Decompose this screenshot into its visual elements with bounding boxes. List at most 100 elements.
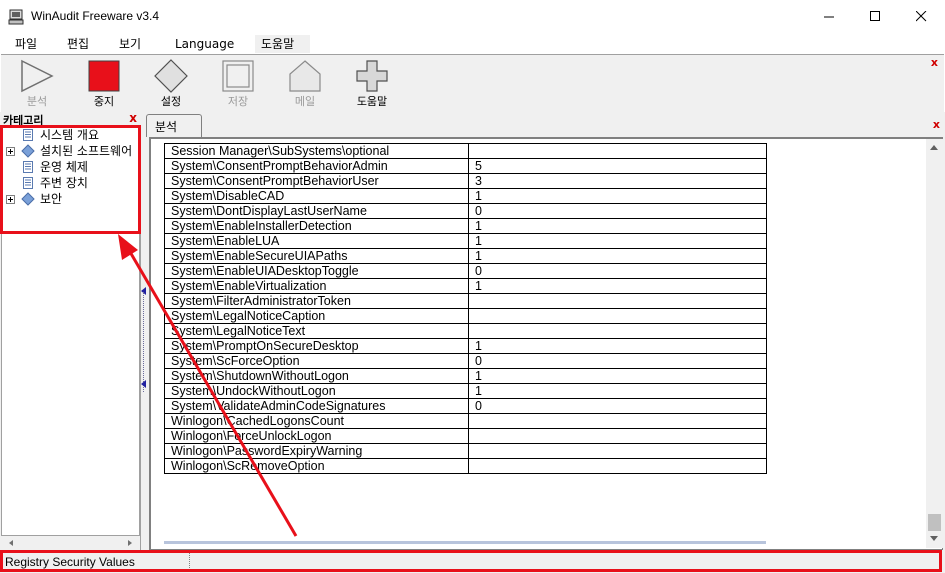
window-title: WinAudit Freeware v3.4 xyxy=(31,9,160,23)
registry-value-cell: 1 xyxy=(468,218,767,234)
registry-value-cell: 0 xyxy=(468,263,767,279)
menu-file[interactable]: 파일 xyxy=(9,35,43,53)
stop-icon xyxy=(88,60,120,92)
registry-value-cell: 0 xyxy=(468,398,767,414)
registry-value-cell: 5 xyxy=(468,158,767,174)
table-row: Winlogon\CachedLogonsCount xyxy=(164,413,767,429)
registry-value-cell: 0 xyxy=(468,353,767,369)
registry-value-cell xyxy=(468,458,767,474)
save-button[interactable]: 저장 xyxy=(210,57,266,111)
registry-key-cell: System\EnableUIADesktopToggle xyxy=(164,263,469,279)
registry-key-cell: System\EnableInstallerDetection xyxy=(164,218,469,234)
registry-value-cell: 1 xyxy=(468,248,767,264)
menu-bar: 파일 편집 보기 Language 도움말 xyxy=(0,34,945,54)
table-row: System\UndockWithoutLogon 1 xyxy=(164,383,767,399)
annotation-box-categories xyxy=(0,125,141,234)
tab-analysis[interactable]: 분석 xyxy=(146,114,202,137)
category-panel-close-icon[interactable]: x xyxy=(129,111,137,125)
toolbar-close-icon[interactable]: x xyxy=(931,56,938,69)
registry-key-cell: Session Manager\SubSystems\optional xyxy=(164,143,469,159)
close-window-button[interactable] xyxy=(899,0,945,34)
maximize-icon xyxy=(870,11,880,21)
table-row: System\ConsentPromptBehaviorUser 3 xyxy=(164,173,767,189)
splitter-grip xyxy=(143,292,145,392)
maximize-button[interactable] xyxy=(853,0,899,34)
registry-key-cell: Winlogon\PasswordExpiryWarning xyxy=(164,443,469,459)
table-row: System\EnableInstallerDetection 1 xyxy=(164,218,767,234)
registry-key-cell: System\PromptOnSecureDesktop xyxy=(164,338,469,354)
table-row: System\PromptOnSecureDesktop 1 xyxy=(164,338,767,354)
report-panel-close-icon[interactable]: x xyxy=(933,118,940,131)
table-separator-line xyxy=(164,541,766,544)
registry-value-cell: 3 xyxy=(468,173,767,189)
report-content: Session Manager\SubSystems\optional Syste… xyxy=(149,137,943,550)
help-cross-icon xyxy=(356,60,388,92)
registry-key-cell: System\ConsentPromptBehaviorUser xyxy=(164,173,469,189)
registry-value-cell: 1 xyxy=(468,368,767,384)
toolbar: 분석 중지 설정 저장 메일 도움말 x xyxy=(1,54,944,113)
settings-label: 설정 xyxy=(160,95,182,108)
table-row: System\ValidateAdminCodeSignatures 0 xyxy=(164,398,767,414)
stop-button[interactable]: 중지 xyxy=(76,57,132,111)
registry-value-cell xyxy=(468,443,767,459)
scroll-up-icon[interactable] xyxy=(930,145,938,150)
registry-key-cell: System\DisableCAD xyxy=(164,188,469,204)
analyze-label: 분석 xyxy=(26,95,48,108)
diamond-icon xyxy=(154,59,188,93)
table-row: Winlogon\PasswordExpiryWarning xyxy=(164,443,767,459)
registry-value-cell: 1 xyxy=(468,278,767,294)
minimize-button[interactable] xyxy=(807,0,853,34)
analyze-button[interactable]: 분석 xyxy=(9,57,65,111)
stop-label: 중지 xyxy=(93,95,115,108)
registry-key-cell: System\UndockWithoutLogon xyxy=(164,383,469,399)
registry-key-cell: System\EnableLUA xyxy=(164,233,469,249)
table-row: System\FilterAdministratorToken xyxy=(164,293,767,309)
report-panel: 분석 x Session Manager\SubSystems\optional… xyxy=(146,112,945,550)
category-horizontal-scrollbar[interactable] xyxy=(1,536,140,550)
menu-help[interactable]: 도움말 xyxy=(255,35,310,53)
registry-key-cell: System\DontDisplayLastUserName xyxy=(164,203,469,219)
registry-key-cell: System\FilterAdministratorToken xyxy=(164,293,469,309)
scroll-down-icon[interactable] xyxy=(930,536,938,541)
registry-key-cell: System\ScForceOption xyxy=(164,353,469,369)
table-row: System\EnableSecureUIAPaths 1 xyxy=(164,248,767,264)
table-row: System\DontDisplayLastUserName 0 xyxy=(164,203,767,219)
scroll-arrows-icon xyxy=(9,540,132,546)
registry-value-cell xyxy=(468,143,767,159)
category-panel-header: 카테고리 x xyxy=(0,111,141,127)
close-icon xyxy=(916,11,927,22)
registry-value-cell xyxy=(468,308,767,324)
table-row: Session Manager\SubSystems\optional xyxy=(164,143,767,159)
registry-value-cell xyxy=(468,293,767,309)
menu-language[interactable]: Language xyxy=(169,35,240,53)
table-row: Winlogon\ForceUnlockLogon xyxy=(164,428,767,444)
registry-value-cell xyxy=(468,323,767,339)
scroll-thumb[interactable] xyxy=(928,514,941,531)
registry-key-cell: System\EnableVirtualization xyxy=(164,278,469,294)
registry-value-cell xyxy=(468,428,767,444)
registry-key-cell: System\LegalNoticeCaption xyxy=(164,308,469,324)
title-bar: WinAudit Freeware v3.4 xyxy=(0,0,945,34)
menu-edit[interactable]: 편집 xyxy=(61,35,95,53)
registry-key-cell: System\ValidateAdminCodeSignatures xyxy=(164,398,469,414)
registry-key-cell: System\LegalNoticeText xyxy=(164,323,469,339)
registry-key-cell: Winlogon\ScRemoveOption xyxy=(164,458,469,474)
registry-value-cell: 1 xyxy=(468,338,767,354)
registry-key-cell: Winlogon\ForceUnlockLogon xyxy=(164,428,469,444)
registry-value-cell: 1 xyxy=(468,188,767,204)
registry-key-cell: System\ShutdownWithoutLogon xyxy=(164,368,469,384)
report-vertical-scrollbar[interactable] xyxy=(926,139,943,548)
mail-label: 메일 xyxy=(294,95,316,108)
table-row: System\EnableVirtualization 1 xyxy=(164,278,767,294)
registry-table: Session Manager\SubSystems\optional Syste… xyxy=(164,143,767,474)
table-row: System\ShutdownWithoutLogon 1 xyxy=(164,368,767,384)
mail-button[interactable]: 메일 xyxy=(277,57,333,111)
help-button[interactable]: 도움말 xyxy=(344,57,400,111)
table-row: System\EnableUIADesktopToggle 0 xyxy=(164,263,767,279)
settings-button[interactable]: 설정 xyxy=(143,57,199,111)
table-row: System\ConsentPromptBehaviorAdmin 5 xyxy=(164,158,767,174)
annotation-box-status xyxy=(0,550,942,572)
registry-key-cell: System\ConsentPromptBehaviorAdmin xyxy=(164,158,469,174)
menu-view[interactable]: 보기 xyxy=(113,35,147,53)
table-row: System\EnableLUA 1 xyxy=(164,233,767,249)
